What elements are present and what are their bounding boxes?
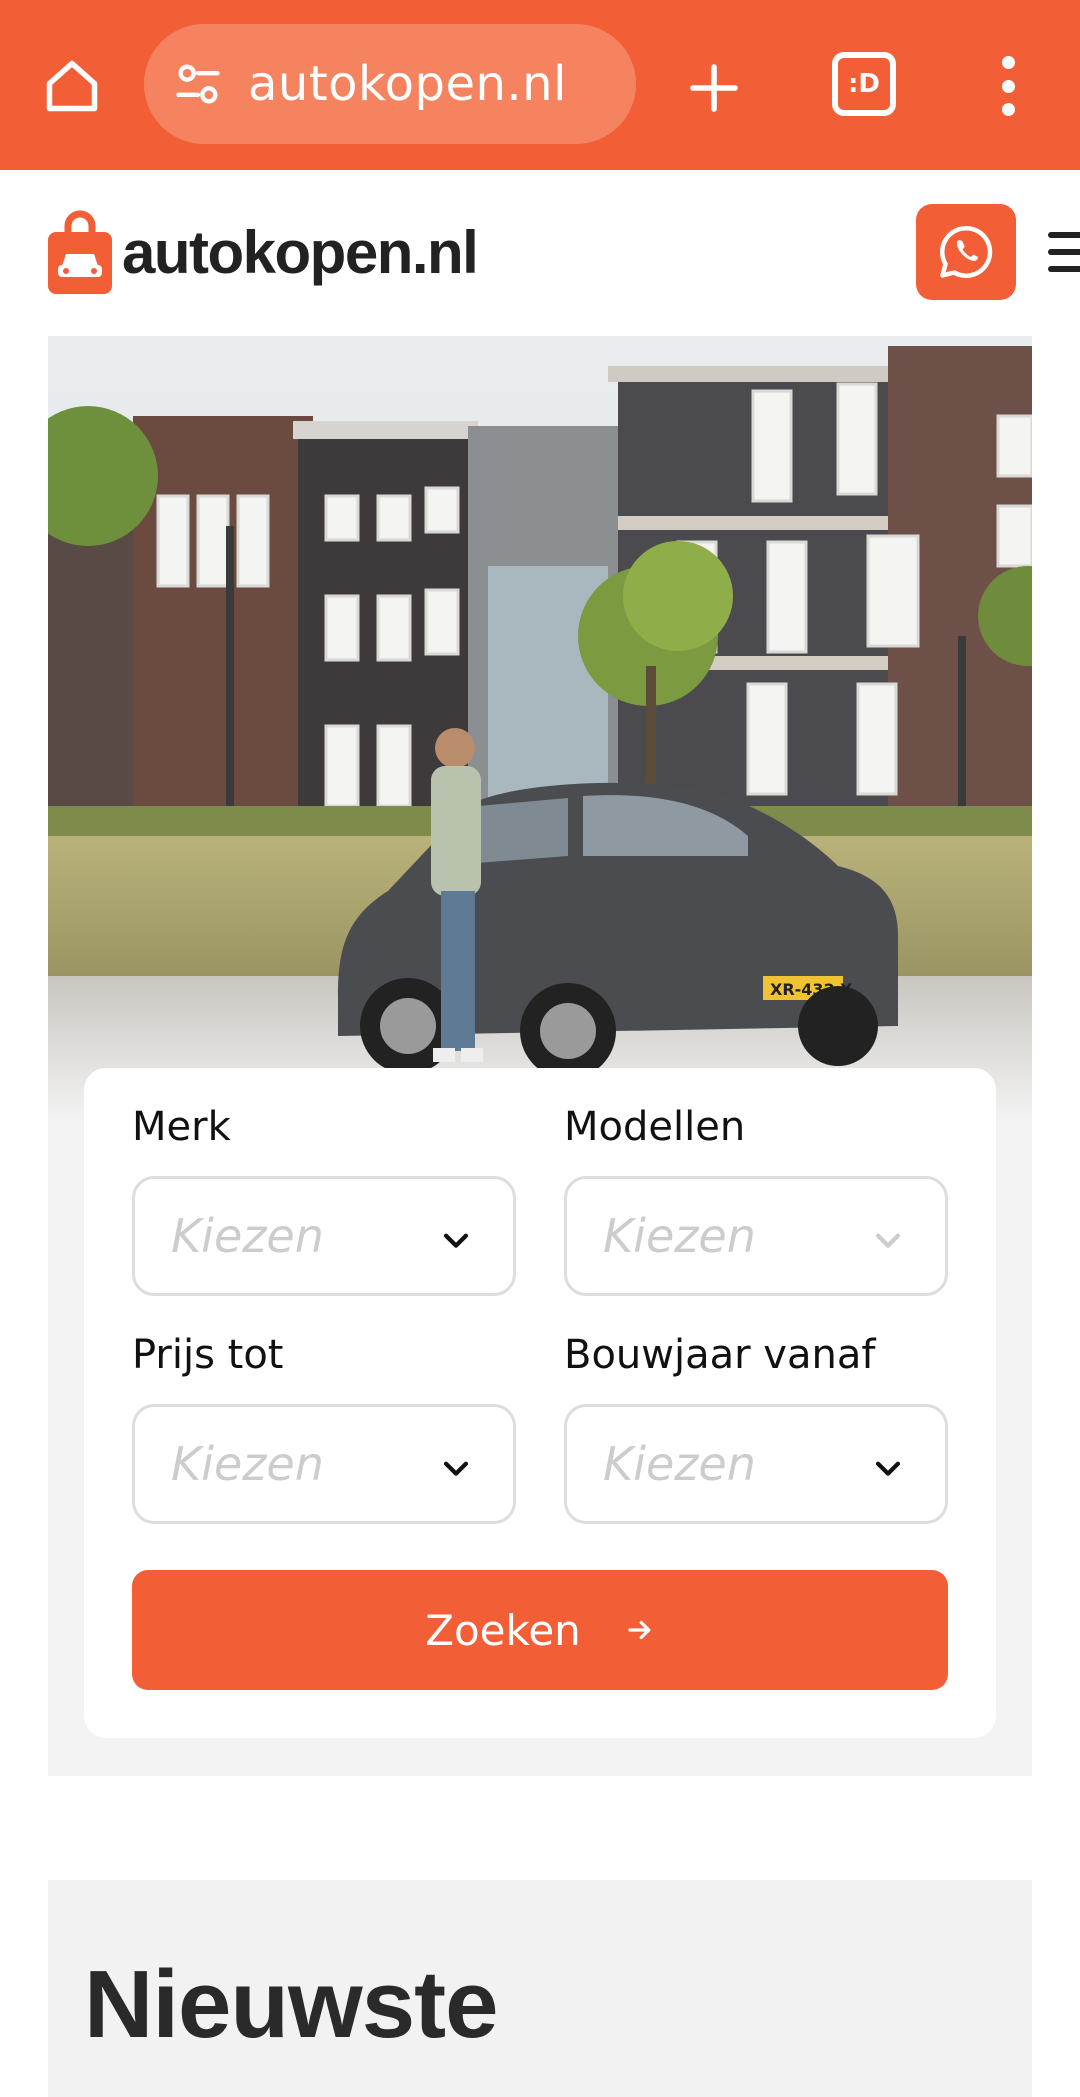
label-bouwjaar-vanaf: Bouwjaar vanaf	[564, 1332, 876, 1378]
select-merk-placeholder: Kiezen	[171, 1209, 324, 1263]
chevron-down-icon	[443, 1233, 469, 1248]
browser-toolbar: autokopen.nl :D	[0, 0, 1080, 170]
select-prijs-tot-placeholder: Kiezen	[171, 1437, 324, 1491]
select-modellen-placeholder: Kiezen	[603, 1209, 756, 1263]
plus-icon	[690, 64, 738, 112]
select-bouwjaar-vanaf[interactable]: Kiezen	[564, 1404, 948, 1524]
label-prijs-tot: Prijs tot	[132, 1332, 284, 1378]
url-text: autokopen.nl	[248, 56, 567, 112]
new-tab-button[interactable]	[676, 50, 752, 126]
hamburger-menu-icon	[1048, 232, 1080, 238]
search-button[interactable]: Zoeken	[132, 1570, 948, 1690]
latest-title: Nieuwste	[84, 1951, 498, 2058]
tab-switcher-button[interactable]: :D	[832, 52, 896, 116]
shopping-bag-car-icon	[48, 210, 112, 294]
more-vert-dot	[1001, 79, 1015, 93]
tune-icon	[176, 64, 220, 104]
hamburger-line	[1048, 249, 1080, 255]
hamburger-line	[1048, 266, 1080, 272]
label-merk: Merk	[132, 1104, 231, 1150]
arrow-right-icon	[628, 1620, 651, 1640]
whatsapp-icon	[940, 225, 993, 278]
logo-text: autokopen.nl	[122, 218, 479, 286]
chevron-down-icon	[443, 1461, 469, 1476]
whatsapp-button[interactable]	[916, 204, 1016, 300]
label-modellen: Modellen	[564, 1104, 746, 1150]
select-modellen[interactable]: Kiezen	[564, 1176, 948, 1296]
select-merk[interactable]: Kiezen	[132, 1176, 516, 1296]
tab-switcher-icon: :D	[848, 69, 880, 99]
hamburger-menu-button[interactable]	[1048, 232, 1080, 272]
site-logo[interactable]: autokopen.nl	[48, 210, 479, 294]
home-icon	[46, 60, 98, 112]
browser-menu-button[interactable]	[986, 50, 1030, 122]
chevron-down-icon	[875, 1233, 901, 1248]
site-settings-button[interactable]	[164, 50, 232, 118]
address-bar[interactable]: autokopen.nl	[144, 24, 636, 144]
latest-cars-section: Nieuwste	[48, 1880, 1032, 2097]
hero-image: XR-432-X	[48, 336, 1032, 1120]
more-vert-icon	[1001, 56, 1015, 69]
search-form: Merk Kiezen Modellen Kiezen Prijs tot Ki…	[84, 1068, 996, 1738]
search-button-label: Zoeken	[425, 1605, 581, 1655]
home-button[interactable]	[36, 50, 108, 122]
select-bouwjaar-vanaf-placeholder: Kiezen	[603, 1437, 756, 1491]
site-header: autokopen.nl	[0, 170, 1080, 330]
select-prijs-tot[interactable]: Kiezen	[132, 1404, 516, 1524]
more-vert-dot	[1001, 103, 1015, 116]
chevron-down-icon	[875, 1461, 901, 1476]
